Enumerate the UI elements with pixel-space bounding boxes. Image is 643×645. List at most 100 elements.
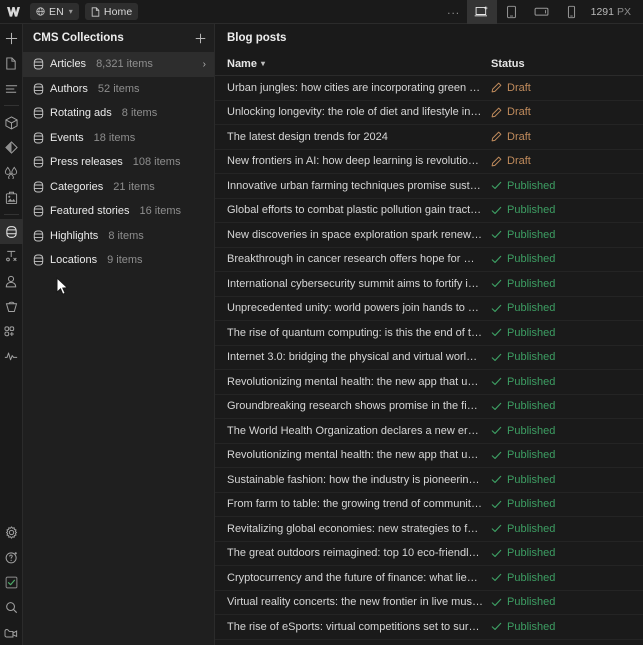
collection-item[interactable]: Rotating ads 8 items <box>23 101 214 126</box>
logic-panel-icon[interactable] <box>0 294 23 319</box>
settings-gear-icon[interactable] <box>0 520 23 545</box>
item-name: Global efforts to combat plastic polluti… <box>227 204 491 217</box>
status-label: Published <box>507 449 556 462</box>
assets-panel-icon[interactable] <box>0 185 23 210</box>
device-mobile-portrait-button[interactable] <box>557 0 587 24</box>
table-row[interactable]: Breakthrough in cancer research offers h… <box>215 248 643 272</box>
status-label: Draft <box>507 155 531 168</box>
table-row[interactable]: Unlocking longevity: the role of diet an… <box>215 101 643 125</box>
locale-label: EN <box>49 5 64 18</box>
table-row[interactable]: Unprecedented unity: world powers join h… <box>215 297 643 321</box>
pages-panel-icon[interactable] <box>0 51 23 76</box>
top-toolbar: EN ▾ Home ... 1291 PX <box>0 0 643 24</box>
collection-name: Authors <box>50 82 88 95</box>
components-panel-icon[interactable] <box>0 110 23 135</box>
collection-item[interactable]: Highlights 8 items <box>23 224 214 249</box>
table-header: Name ▾ Status <box>215 52 643 76</box>
item-name: The rise of quantum computing: is this t… <box>227 326 491 339</box>
apps-panel-icon[interactable] <box>0 319 23 344</box>
webflow-logo[interactable] <box>4 0 24 24</box>
status-badge: Published <box>491 327 631 339</box>
audit-panel-icon[interactable] <box>0 344 23 369</box>
table-row[interactable]: Urban jungles: how cities are incorporat… <box>215 76 643 101</box>
video-icon[interactable] <box>0 620 23 645</box>
collection-items-panel: Blog posts Name ▾ Status Urban jungles: … <box>215 24 643 645</box>
collection-item[interactable]: Categories 21 items <box>23 175 214 200</box>
collection-title: Blog posts <box>227 32 287 44</box>
table-row[interactable]: Virtual reality concerts: the new fronti… <box>215 591 643 615</box>
collection-database-icon <box>33 181 44 193</box>
collection-database-icon <box>33 132 44 144</box>
status-badge: Published <box>491 449 631 461</box>
check-icon <box>491 205 502 216</box>
chevron-right-icon[interactable]: › <box>203 59 206 70</box>
check-icon <box>491 450 502 461</box>
search-icon[interactable] <box>0 595 23 620</box>
check-icon <box>491 352 502 363</box>
collection-item[interactable]: Articles 8,321 items › <box>23 52 214 77</box>
collection-item[interactable]: Locations 9 items <box>23 248 214 273</box>
checkbox-icon[interactable] <box>0 570 23 595</box>
status-badge: Published <box>491 253 631 265</box>
breakpoint-width[interactable]: 1291 PX <box>587 6 637 18</box>
rail-divider <box>3 214 19 215</box>
collection-name: Locations <box>50 254 98 267</box>
table-row[interactable]: Revolutionizing mental health: the new a… <box>215 370 643 395</box>
navigator-panel-icon[interactable] <box>0 76 23 101</box>
column-header-name[interactable]: Name ▾ <box>227 58 491 70</box>
device-mobile-landscape-button[interactable] <box>527 0 557 24</box>
table-row[interactable]: The latest design trends for 2024 Draft <box>215 125 643 150</box>
collection-name: Events <box>50 131 84 144</box>
variables-panel-icon[interactable] <box>0 135 23 160</box>
item-name: New discoveries in space exploration spa… <box>227 228 491 241</box>
table-row[interactable]: Revitalizing global economies: new strat… <box>215 517 643 542</box>
page-label: Home <box>103 5 133 18</box>
table-row[interactable]: The rise of eSports: virtual competition… <box>215 615 643 640</box>
add-collection-button[interactable] <box>195 33 206 44</box>
table-row[interactable]: New frontiers in AI: how deep learning i… <box>215 150 643 174</box>
help-question-icon[interactable] <box>0 545 23 570</box>
pencil-icon <box>491 107 502 118</box>
collections-panel-title: CMS Collections <box>33 32 124 44</box>
device-tablet-button[interactable] <box>497 0 527 24</box>
status-badge: Published <box>491 498 631 510</box>
table-row[interactable]: Global efforts to combat plastic polluti… <box>215 199 643 223</box>
table-row[interactable]: Groundbreaking research shows promise in… <box>215 395 643 419</box>
status-badge: Published <box>491 425 631 437</box>
table-row[interactable]: Innovative urban farming techniques prom… <box>215 174 643 199</box>
table-row[interactable]: Cryptocurrency and the future of finance… <box>215 566 643 591</box>
item-name: Unlocking longevity: the role of diet an… <box>227 106 491 119</box>
table-row[interactable]: Sustainable fashion: how the industry is… <box>215 468 643 493</box>
collection-item[interactable]: Press releases 108 items <box>23 150 214 175</box>
table-row[interactable]: The rise of quantum computing: is this t… <box>215 321 643 346</box>
item-name: From farm to table: the growing trend of… <box>227 498 491 511</box>
table-row[interactable]: Revolutionizing mental health: the new a… <box>215 444 643 468</box>
ecommerce-panel-icon[interactable] <box>0 244 23 269</box>
pencil-icon <box>491 131 502 142</box>
column-header-status[interactable]: Status <box>491 58 631 70</box>
page-selector[interactable]: Home <box>84 3 139 20</box>
table-row[interactable]: From farm to table: the growing trend of… <box>215 493 643 517</box>
more-options-button[interactable]: ... <box>441 0 467 24</box>
collection-count: 108 items <box>132 156 181 169</box>
add-panel-icon[interactable] <box>0 26 23 51</box>
collection-item[interactable]: Featured stories 16 items <box>23 199 214 224</box>
cms-panel-icon[interactable] <box>0 219 23 244</box>
table-row[interactable]: International cybersecurity summit aims … <box>215 272 643 297</box>
left-icon-rail <box>0 24 23 645</box>
locale-selector[interactable]: EN ▾ <box>30 3 79 20</box>
device-desktop-button[interactable] <box>466 0 497 24</box>
status-badge: Published <box>491 547 631 559</box>
collection-item[interactable]: Authors 52 items <box>23 77 214 102</box>
table-row[interactable]: The World Health Organization declares a… <box>215 419 643 444</box>
check-icon <box>491 523 502 534</box>
table-row[interactable]: New discoveries in space exploration spa… <box>215 223 643 248</box>
item-name: Groundbreaking research shows promise in… <box>227 400 491 413</box>
status-badge: Draft <box>491 155 631 167</box>
collections-panel-header: CMS Collections <box>23 24 214 52</box>
interactions-panel-icon[interactable] <box>0 160 23 185</box>
collection-item[interactable]: Events 18 items <box>23 126 214 151</box>
table-row[interactable]: Internet 3.0: bridging the physical and … <box>215 346 643 370</box>
table-row[interactable]: The great outdoors reimagined: top 10 ec… <box>215 542 643 566</box>
users-panel-icon[interactable] <box>0 269 23 294</box>
